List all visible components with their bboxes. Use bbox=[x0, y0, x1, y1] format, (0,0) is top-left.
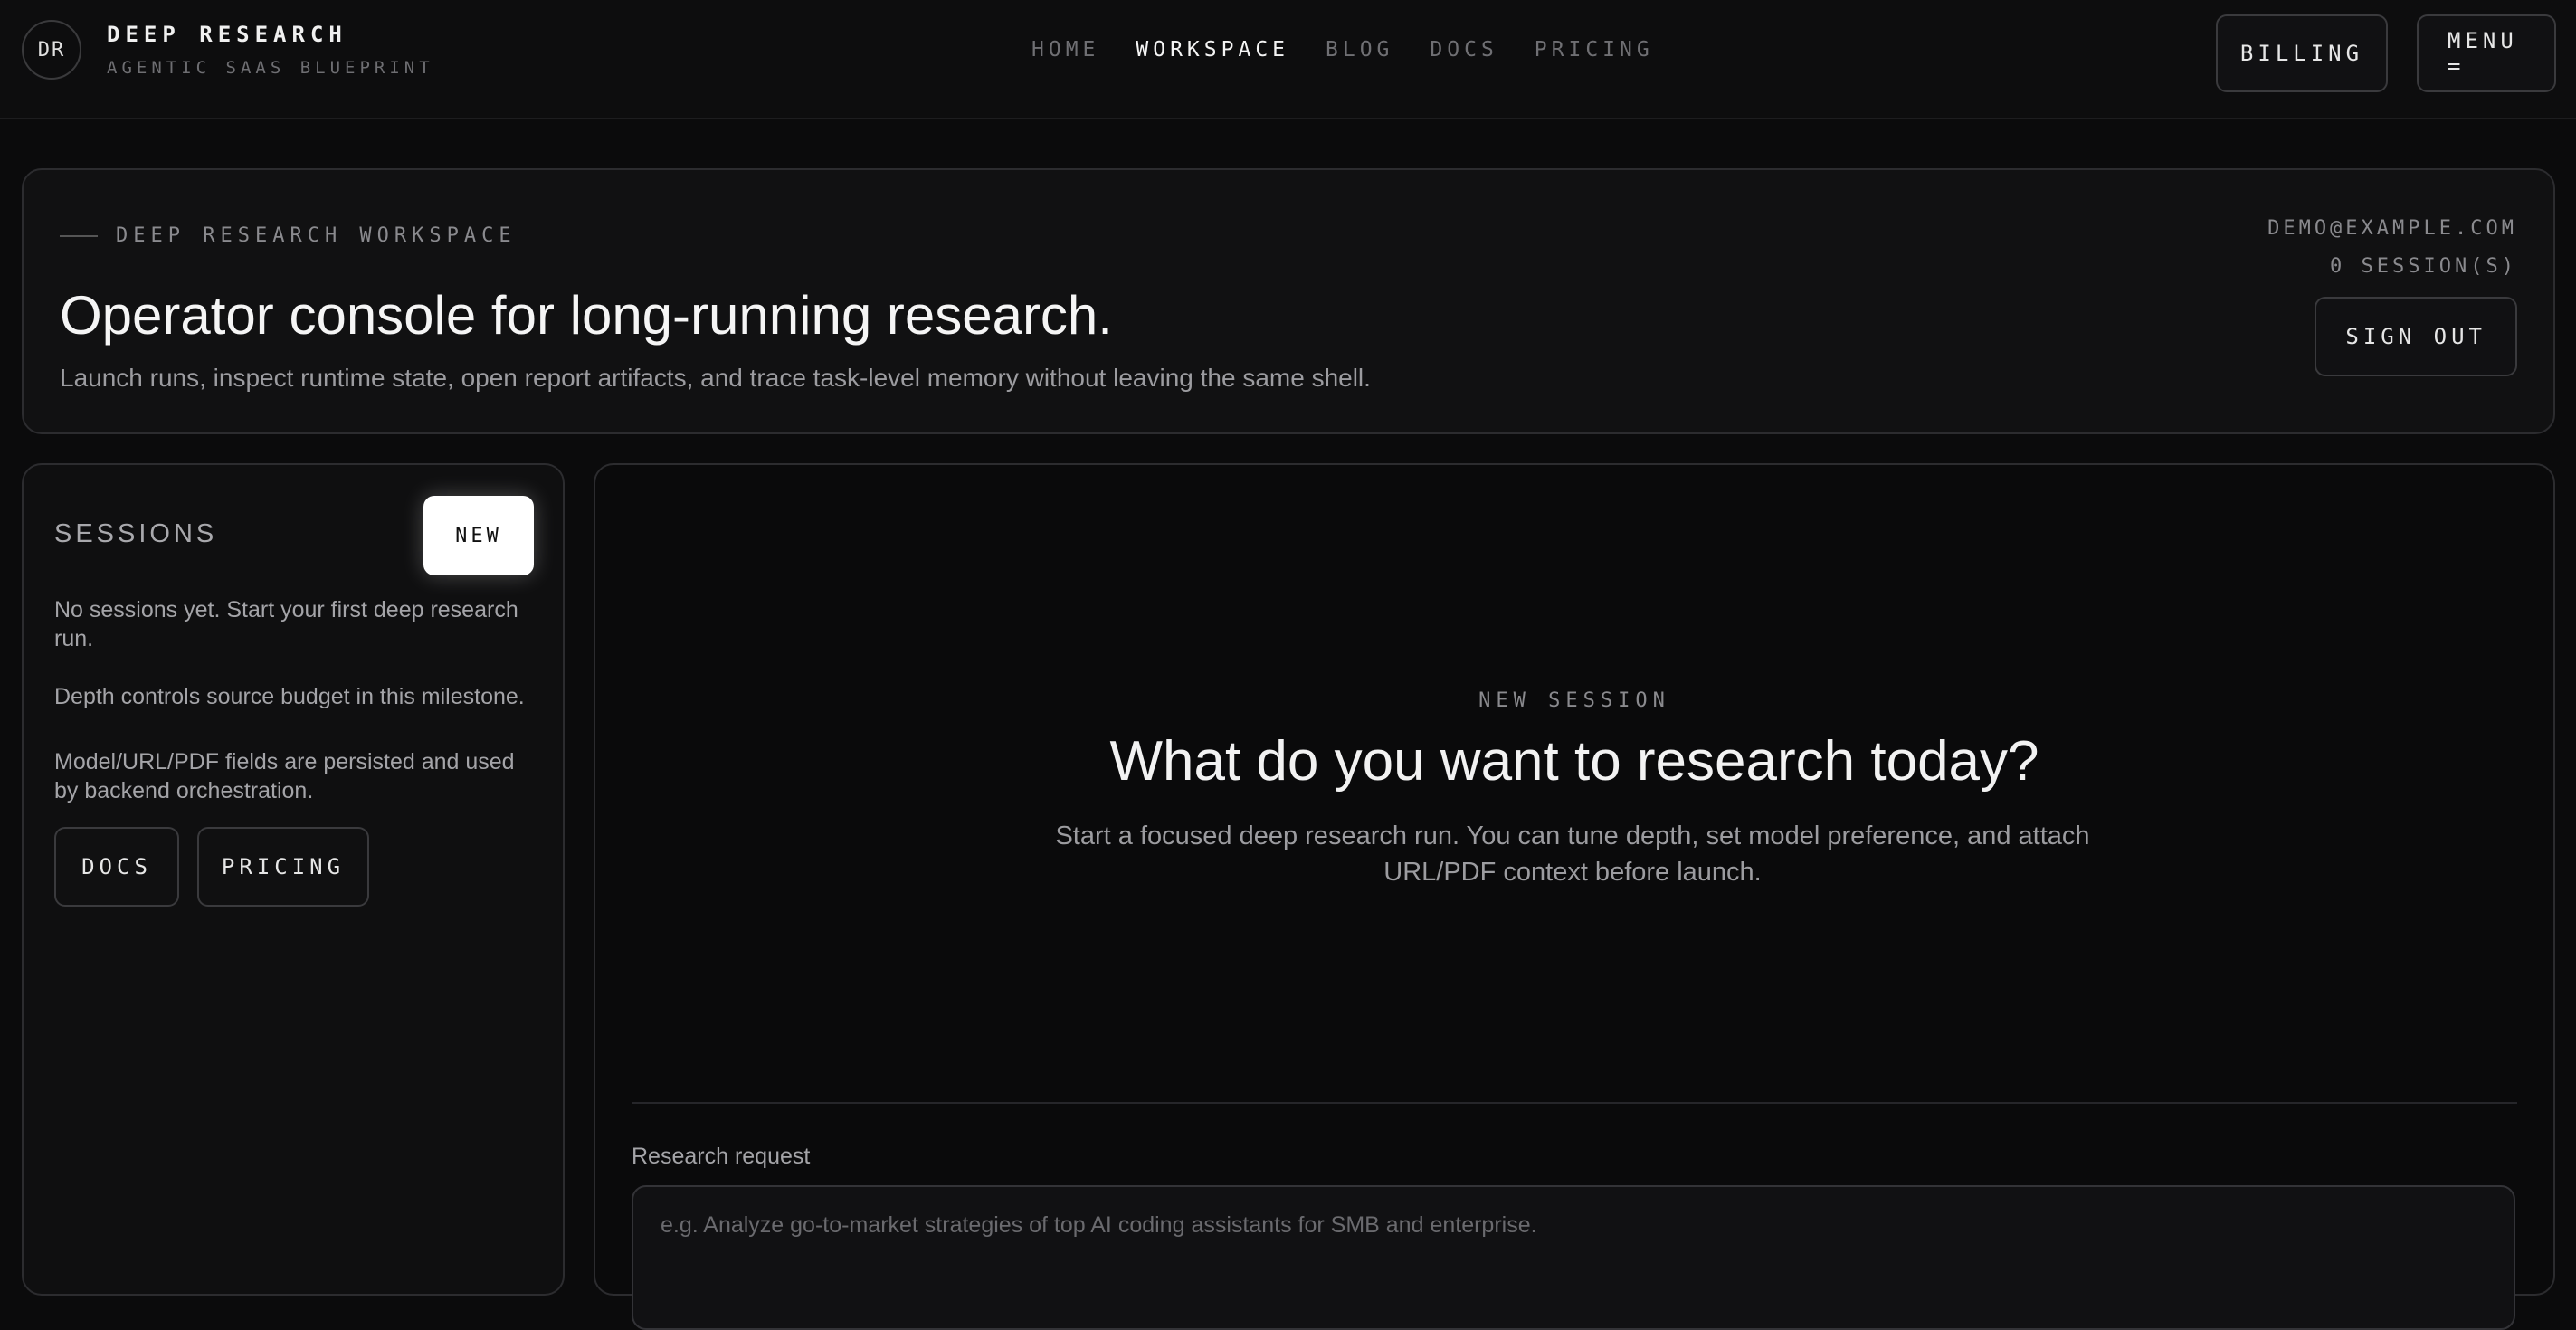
top-actions: BILLING MENU = bbox=[2216, 14, 2556, 92]
pricing-button[interactable]: PRICING bbox=[197, 827, 369, 907]
brand-title: DEEP RESEARCH bbox=[107, 22, 347, 47]
account-email: DEMO@EXAMPLE.COM bbox=[2267, 217, 2517, 240]
hero-title: Operator console for long-running resear… bbox=[60, 285, 1113, 346]
section-divider bbox=[632, 1102, 2517, 1104]
hero-eyebrow-text: DEEP RESEARCH WORKSPACE bbox=[116, 224, 517, 247]
billing-button[interactable]: BILLING bbox=[2216, 14, 2388, 92]
session-count: 0 SESSION(S) bbox=[2330, 255, 2517, 278]
docs-button[interactable]: DOCS bbox=[54, 827, 179, 907]
new-session-title: What do you want to research today? bbox=[1109, 730, 2039, 793]
brand[interactable]: DR DEEP RESEARCH AGENTIC SAAS BLUEPRINT bbox=[22, 20, 434, 80]
sessions-empty-state: No sessions yet. Start your first deep r… bbox=[54, 597, 518, 651]
sign-out-button[interactable]: SIGN OUT bbox=[2315, 297, 2517, 376]
sessions-panel: SESSIONS NEW No sessions yet. Start your… bbox=[22, 463, 565, 1296]
new-session-panel: NEW SESSION What do you want to research… bbox=[594, 463, 2555, 1330]
nav-item-docs[interactable]: DOCS bbox=[1430, 38, 1497, 62]
research-request-input[interactable] bbox=[632, 1185, 2515, 1330]
menu-button[interactable]: MENU = bbox=[2417, 14, 2556, 92]
nav-item-pricing[interactable]: PRICING bbox=[1535, 38, 1654, 62]
brand-subtitle: AGENTIC SAAS BLUEPRINT bbox=[107, 58, 434, 78]
main-nav: HOME WORKSPACE BLOG DOCS PRICING bbox=[1031, 38, 1654, 62]
workspace-hero-card: DEEP RESEARCH WORKSPACE Operator console… bbox=[22, 168, 2555, 434]
hero-description: Launch runs, inspect runtime state, open… bbox=[60, 364, 1371, 392]
brand-text: DEEP RESEARCH AGENTIC SAAS BLUEPRINT bbox=[107, 22, 434, 78]
hero-eyebrow: DEEP RESEARCH WORKSPACE bbox=[60, 224, 517, 247]
research-request-label: Research request bbox=[632, 1144, 811, 1169]
nav-item-blog[interactable]: BLOG bbox=[1326, 38, 1393, 62]
new-session-button[interactable]: NEW bbox=[423, 496, 534, 575]
brand-logo[interactable]: DR bbox=[22, 20, 81, 80]
nav-item-workspace[interactable]: WORKSPACE bbox=[1136, 38, 1289, 62]
new-session-eyebrow: NEW SESSION bbox=[1478, 689, 1670, 712]
fields-note: Model/URL/PDF fields are persisted and u… bbox=[54, 749, 515, 803]
depth-note: Depth controls source budget in this mil… bbox=[54, 684, 525, 709]
new-session-description: Start a focused deep research run. You c… bbox=[1055, 822, 2090, 887]
sessions-title: SESSIONS bbox=[54, 519, 218, 548]
eyebrow-dash bbox=[60, 234, 98, 237]
top-navigation-bar: DR DEEP RESEARCH AGENTIC SAAS BLUEPRINT … bbox=[0, 0, 2576, 119]
sessions-links: DOCS PRICING bbox=[54, 827, 369, 907]
nav-item-home[interactable]: HOME bbox=[1031, 38, 1099, 62]
account-meta: DEMO@EXAMPLE.COM 0 SESSION(S) bbox=[2267, 210, 2517, 286]
